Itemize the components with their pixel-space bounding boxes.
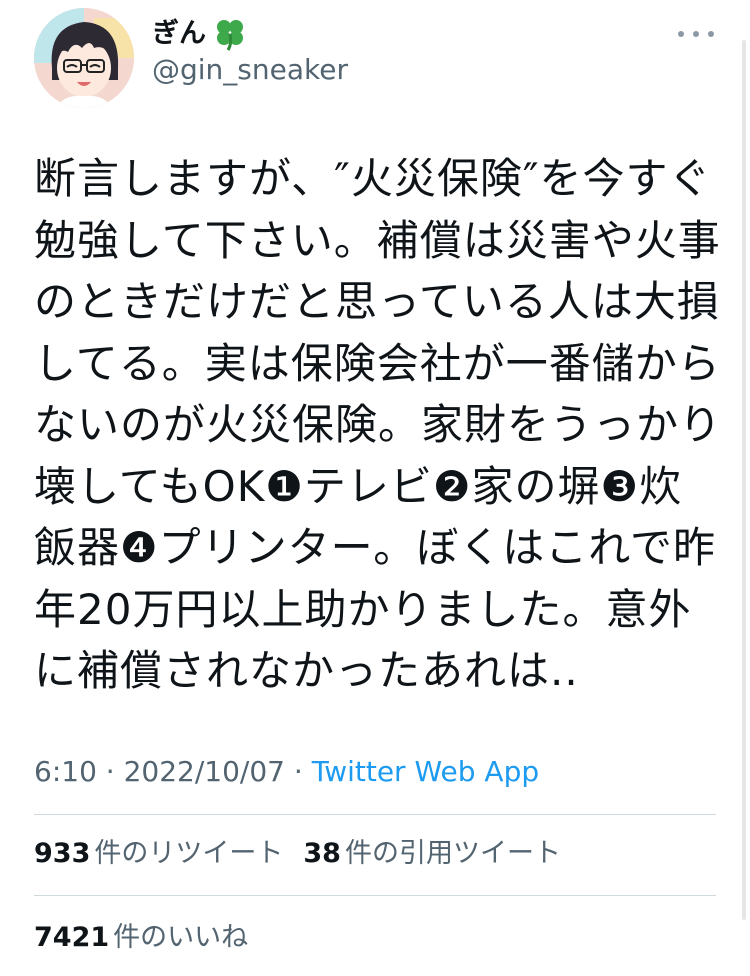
likes-label: 件のいいね (113, 922, 249, 953)
dot-icon (678, 31, 684, 37)
quotes-count: 38 (303, 838, 341, 869)
four-leaf-clover-icon (212, 16, 248, 52)
meta-separator: · (105, 755, 115, 788)
avatar[interactable] (34, 8, 134, 108)
stats-row-likes: 7421 件のいいね (34, 918, 268, 958)
retweets-stat[interactable]: 933 件のリツイート (34, 834, 283, 874)
display-name[interactable]: ぎん (152, 14, 206, 54)
dot-icon (708, 31, 714, 37)
tweet-time[interactable]: 6:10 (34, 755, 97, 788)
tweet-detail: ぎん @gin_sneaker 断言しますが、″火災保険″を今すぐ勉強して下さい… (0, 0, 750, 976)
stats-row-retweets: 933 件のリツイート 38 件の引用ツイート (34, 834, 581, 874)
avatar-illustration (34, 8, 134, 108)
quotes-label: 件の引用ツイート (344, 838, 561, 869)
more-options-button[interactable] (678, 22, 714, 46)
scrollbar[interactable] (742, 40, 746, 920)
username[interactable]: @gin_sneaker (152, 52, 348, 88)
quotes-stat[interactable]: 38 件の引用ツイート (303, 834, 561, 874)
dot-icon (693, 31, 699, 37)
display-name-row[interactable]: ぎん (152, 14, 248, 54)
retweets-count: 933 (34, 838, 91, 869)
tweet-text: 断言しますが、″火災保険″を今すぐ勉強して下さい。補償は災害や火事のときだけだと… (34, 154, 723, 695)
likes-count: 7421 (34, 922, 110, 953)
likes-stat[interactable]: 7421 件のいいね (34, 918, 248, 958)
tweet-date[interactable]: 2022/10/07 (124, 755, 285, 788)
meta-separator: · (293, 755, 303, 788)
divider (34, 895, 716, 896)
tweet-source-link[interactable]: Twitter Web App (312, 755, 539, 788)
divider (34, 814, 716, 815)
tweet-meta: 6:10 · 2022/10/07 · Twitter Web App (34, 752, 539, 792)
retweets-label: 件のリツイート (94, 838, 284, 869)
